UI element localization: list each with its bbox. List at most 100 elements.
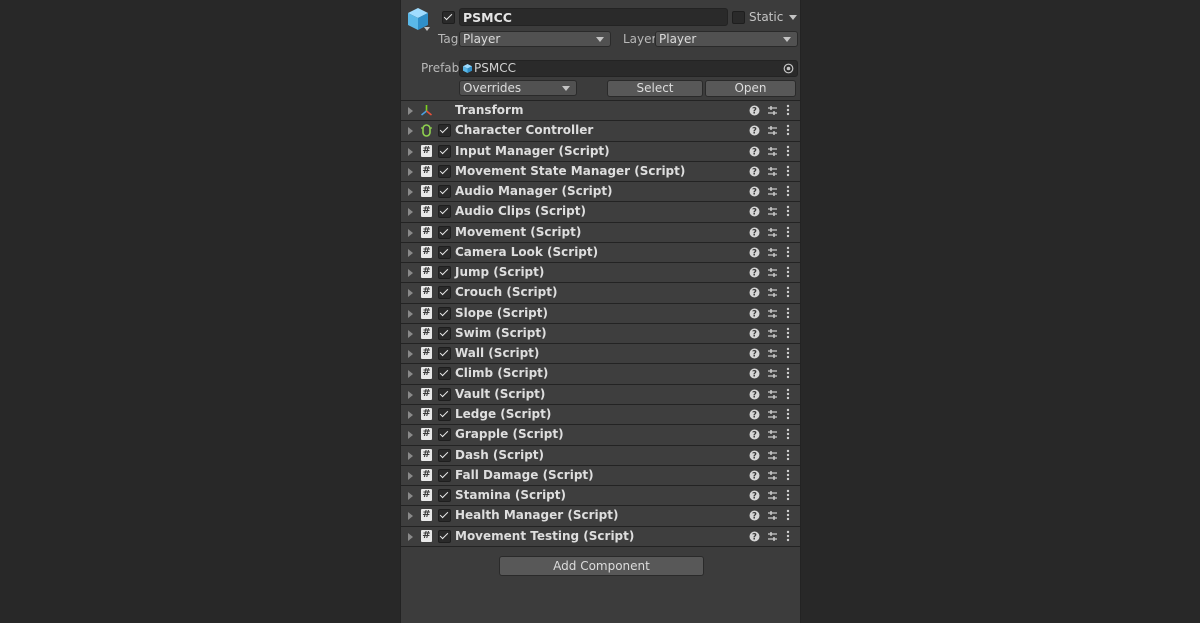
component-enabled-checkbox[interactable]: [438, 124, 451, 138]
component-row[interactable]: # Grapple (Script)?: [401, 424, 800, 445]
expand-arrow-icon[interactable]: [408, 248, 413, 257]
help-icon[interactable]: ?: [749, 368, 760, 379]
more-options-icon[interactable]: [786, 226, 790, 238]
static-dropdown-caret[interactable]: [789, 15, 797, 20]
help-icon[interactable]: ?: [749, 166, 760, 177]
presets-icon[interactable]: [767, 348, 778, 359]
presets-icon[interactable]: [767, 389, 778, 400]
more-options-icon[interactable]: [786, 489, 790, 501]
expand-arrow-icon[interactable]: [408, 370, 413, 379]
component-enabled-checkbox[interactable]: [438, 448, 451, 462]
presets-icon[interactable]: [767, 247, 778, 258]
presets-icon[interactable]: [767, 166, 778, 177]
help-icon[interactable]: ?: [749, 389, 760, 400]
component-enabled-checkbox[interactable]: [438, 164, 451, 178]
presets-icon[interactable]: [767, 227, 778, 238]
component-row[interactable]: # Slope (Script)?: [401, 302, 800, 323]
add-component-button[interactable]: Add Component: [499, 556, 704, 576]
help-icon[interactable]: ?: [749, 287, 760, 298]
expand-arrow-icon[interactable]: [408, 269, 413, 278]
presets-icon[interactable]: [767, 146, 778, 157]
component-row[interactable]: # Ledge (Script)?: [401, 403, 800, 425]
overrides-dropdown[interactable]: Overrides: [459, 80, 577, 96]
static-checkbox[interactable]: [732, 11, 745, 24]
expand-arrow-icon[interactable]: [408, 390, 413, 399]
expand-arrow-icon[interactable]: [408, 410, 413, 419]
component-enabled-checkbox[interactable]: [438, 326, 451, 340]
more-options-icon[interactable]: [786, 530, 790, 542]
help-icon[interactable]: ?: [749, 328, 760, 339]
help-icon[interactable]: ?: [749, 267, 760, 278]
component-row[interactable]: # Vault (Script)?: [401, 383, 800, 404]
expand-arrow-icon[interactable]: [408, 188, 413, 197]
more-options-icon[interactable]: [786, 327, 790, 339]
help-icon[interactable]: ?: [749, 348, 760, 359]
component-enabled-checkbox[interactable]: [438, 225, 451, 239]
component-enabled-checkbox[interactable]: [438, 367, 451, 381]
more-options-icon[interactable]: [786, 145, 790, 157]
component-enabled-checkbox[interactable]: [438, 428, 451, 442]
help-icon[interactable]: ?: [749, 470, 760, 481]
expand-arrow-icon[interactable]: [408, 167, 413, 176]
help-icon[interactable]: ?: [749, 308, 760, 319]
more-options-icon[interactable]: [786, 367, 790, 379]
expand-arrow-icon[interactable]: [408, 431, 413, 440]
expand-arrow-icon[interactable]: [408, 147, 413, 156]
presets-icon[interactable]: [767, 267, 778, 278]
component-enabled-checkbox[interactable]: [438, 185, 451, 199]
more-options-icon[interactable]: [786, 388, 790, 400]
more-options-icon[interactable]: [786, 246, 790, 258]
help-icon[interactable]: ?: [749, 490, 760, 501]
presets-icon[interactable]: [767, 429, 778, 440]
object-picker-icon[interactable]: [783, 63, 794, 74]
expand-arrow-icon[interactable]: [408, 471, 413, 480]
expand-arrow-icon[interactable]: [408, 532, 413, 541]
component-row[interactable]: # Stamina (Script)?: [401, 485, 800, 506]
component-row[interactable]: Transform?: [401, 100, 800, 121]
presets-icon[interactable]: [767, 510, 778, 521]
more-options-icon[interactable]: [786, 286, 790, 298]
help-icon[interactable]: ?: [749, 450, 760, 461]
component-row[interactable]: # Jump (Script)?: [401, 262, 800, 283]
presets-icon[interactable]: [767, 206, 778, 217]
component-enabled-checkbox[interactable]: [438, 144, 451, 158]
expand-arrow-icon[interactable]: [408, 127, 413, 136]
expand-arrow-icon[interactable]: [408, 309, 413, 318]
more-options-icon[interactable]: [786, 449, 790, 461]
presets-icon[interactable]: [767, 368, 778, 379]
component-row[interactable]: # Movement State Manager (Script)?: [401, 160, 800, 182]
component-enabled-checkbox[interactable]: [438, 489, 451, 503]
component-row[interactable]: # Movement Testing (Script)?: [401, 525, 800, 546]
component-enabled-checkbox[interactable]: [438, 245, 451, 259]
layer-dropdown[interactable]: Player: [655, 31, 798, 47]
expand-arrow-icon[interactable]: [408, 512, 413, 521]
component-enabled-checkbox[interactable]: [438, 529, 451, 543]
prefab-field[interactable]: PSMCC: [459, 60, 798, 77]
component-row[interactable]: # Health Manager (Script)?: [401, 505, 800, 526]
more-options-icon[interactable]: [786, 205, 790, 217]
help-icon[interactable]: ?: [749, 531, 760, 542]
component-enabled-checkbox[interactable]: [438, 266, 451, 280]
expand-arrow-icon[interactable]: [408, 492, 413, 501]
more-options-icon[interactable]: [786, 469, 790, 481]
presets-icon[interactable]: [767, 328, 778, 339]
help-icon[interactable]: ?: [749, 206, 760, 217]
more-options-icon[interactable]: [786, 347, 790, 359]
expand-arrow-icon[interactable]: [408, 329, 413, 338]
more-options-icon[interactable]: [786, 509, 790, 521]
expand-arrow-icon[interactable]: [408, 451, 413, 460]
help-icon[interactable]: ?: [749, 247, 760, 258]
component-enabled-checkbox[interactable]: [438, 407, 451, 421]
component-enabled-checkbox[interactable]: [438, 509, 451, 523]
component-row[interactable]: # Movement (Script)?: [401, 221, 800, 242]
help-icon[interactable]: ?: [749, 227, 760, 238]
active-checkbox[interactable]: [442, 11, 455, 24]
presets-icon[interactable]: [767, 450, 778, 461]
component-row[interactable]: Character Controller?: [401, 120, 800, 141]
component-row[interactable]: # Camera Look (Script)?: [401, 241, 800, 263]
presets-icon[interactable]: [767, 105, 778, 116]
component-row[interactable]: # Climb (Script)?: [401, 363, 800, 384]
more-options-icon[interactable]: [786, 408, 790, 420]
expand-arrow-icon[interactable]: [408, 350, 413, 359]
expand-arrow-icon[interactable]: [408, 228, 413, 237]
